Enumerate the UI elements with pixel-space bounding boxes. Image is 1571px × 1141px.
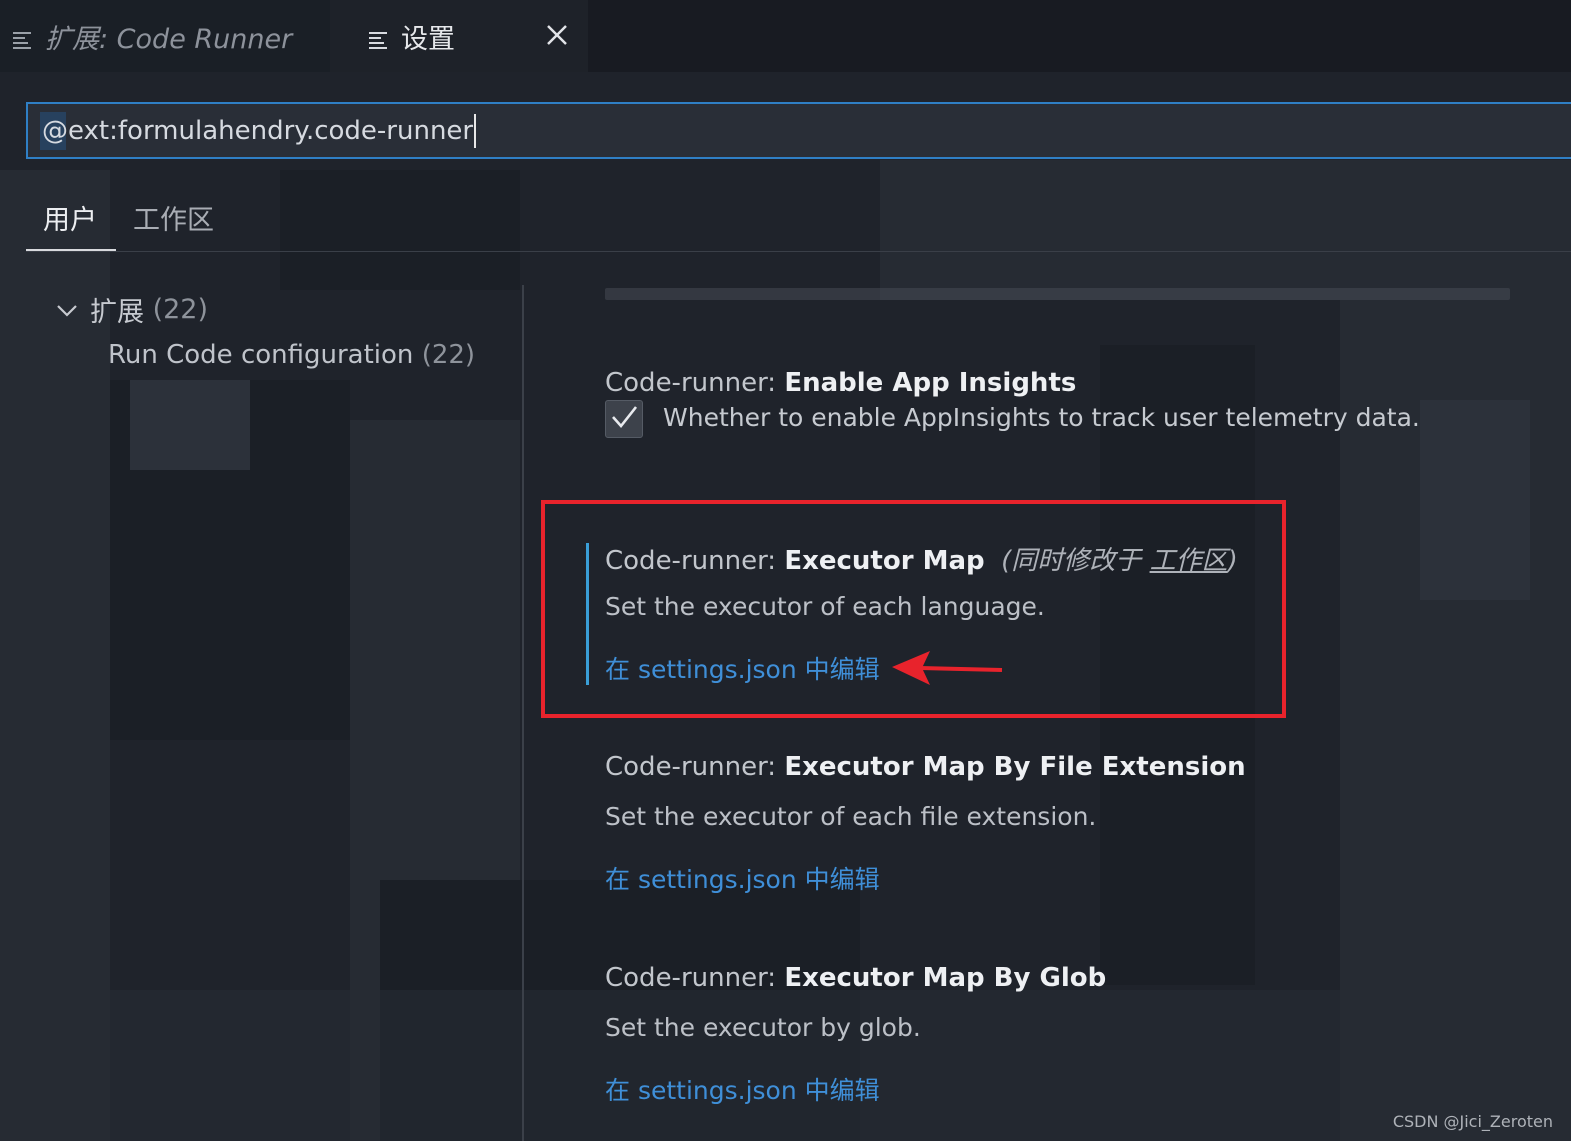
editor-tab-bar: 扩展: Code Runner 设置 (0, 0, 1571, 72)
setting-enable-app-insights: Code-runner: Enable App Insights Whether… (605, 368, 1420, 438)
toc-item-label: Run Code configuration (108, 340, 414, 370)
checkmark-icon (609, 402, 639, 436)
close-icon[interactable] (544, 22, 570, 48)
setting-title: Code-runner: Executor Map By Glob (605, 963, 1107, 993)
preview-icon (12, 26, 32, 49)
settings-scope-tabs: 用户 工作区 (26, 190, 1571, 252)
settings-search-input[interactable]: @ext:formulahendry.code-runner (26, 102, 1571, 159)
edit-in-settings-json-link[interactable]: 在 settings.json 中编辑 (605, 1071, 880, 1107)
setting-title: Code-runner: Executor Map By File Extens… (605, 752, 1246, 782)
tab-extension-code-runner[interactable]: 扩展: Code Runner (0, 0, 330, 72)
tab-user[interactable]: 用户 (43, 198, 97, 237)
tab-label: 设置 (401, 23, 455, 55)
settings-list-icon (368, 26, 388, 49)
toc-group-count: (22) (152, 294, 209, 325)
enable-app-insights-checkbox[interactable] (605, 400, 643, 438)
toc-group-label: 扩展 (90, 297, 144, 328)
setting-description: Whether to enable AppInsights to track u… (663, 403, 1420, 432)
setting-executor-map-by-file-extension: Code-runner: Executor Map By File Extens… (605, 752, 1246, 894)
tab-workspace[interactable]: 工作区 (133, 198, 214, 237)
setting-description: Set the executor of each file extension. (605, 802, 1097, 831)
toc-item-count: (22) (421, 340, 476, 370)
text-caret (474, 113, 477, 148)
panel-divider[interactable] (522, 285, 524, 1141)
toc-group-extensions[interactable]: 扩展 (22) (54, 290, 208, 329)
active-tab-underline (26, 249, 116, 251)
tab-settings[interactable]: 设置 (330, 0, 588, 72)
toc-item-run-code-configuration[interactable]: Run Code configuration (22) (108, 340, 475, 370)
watermark: CSDN @Jici_Zeroten (1392, 1112, 1553, 1131)
scroll-shadow (605, 288, 1510, 300)
edit-in-settings-json-link[interactable]: 在 settings.json 中编辑 (605, 860, 880, 896)
search-value: @ext:formulahendry.code-runner (39, 111, 474, 150)
tab-label: 扩展: Code Runner (45, 23, 293, 55)
annotation-arrow-icon (890, 645, 1006, 695)
chevron-down-icon (54, 297, 80, 323)
setting-title: Code-runner: Enable App Insights (605, 368, 1077, 398)
setting-executor-map-by-glob: Code-runner: Executor Map By Glob Set th… (605, 963, 1107, 1105)
setting-description: Set the executor by glob. (605, 1013, 921, 1042)
